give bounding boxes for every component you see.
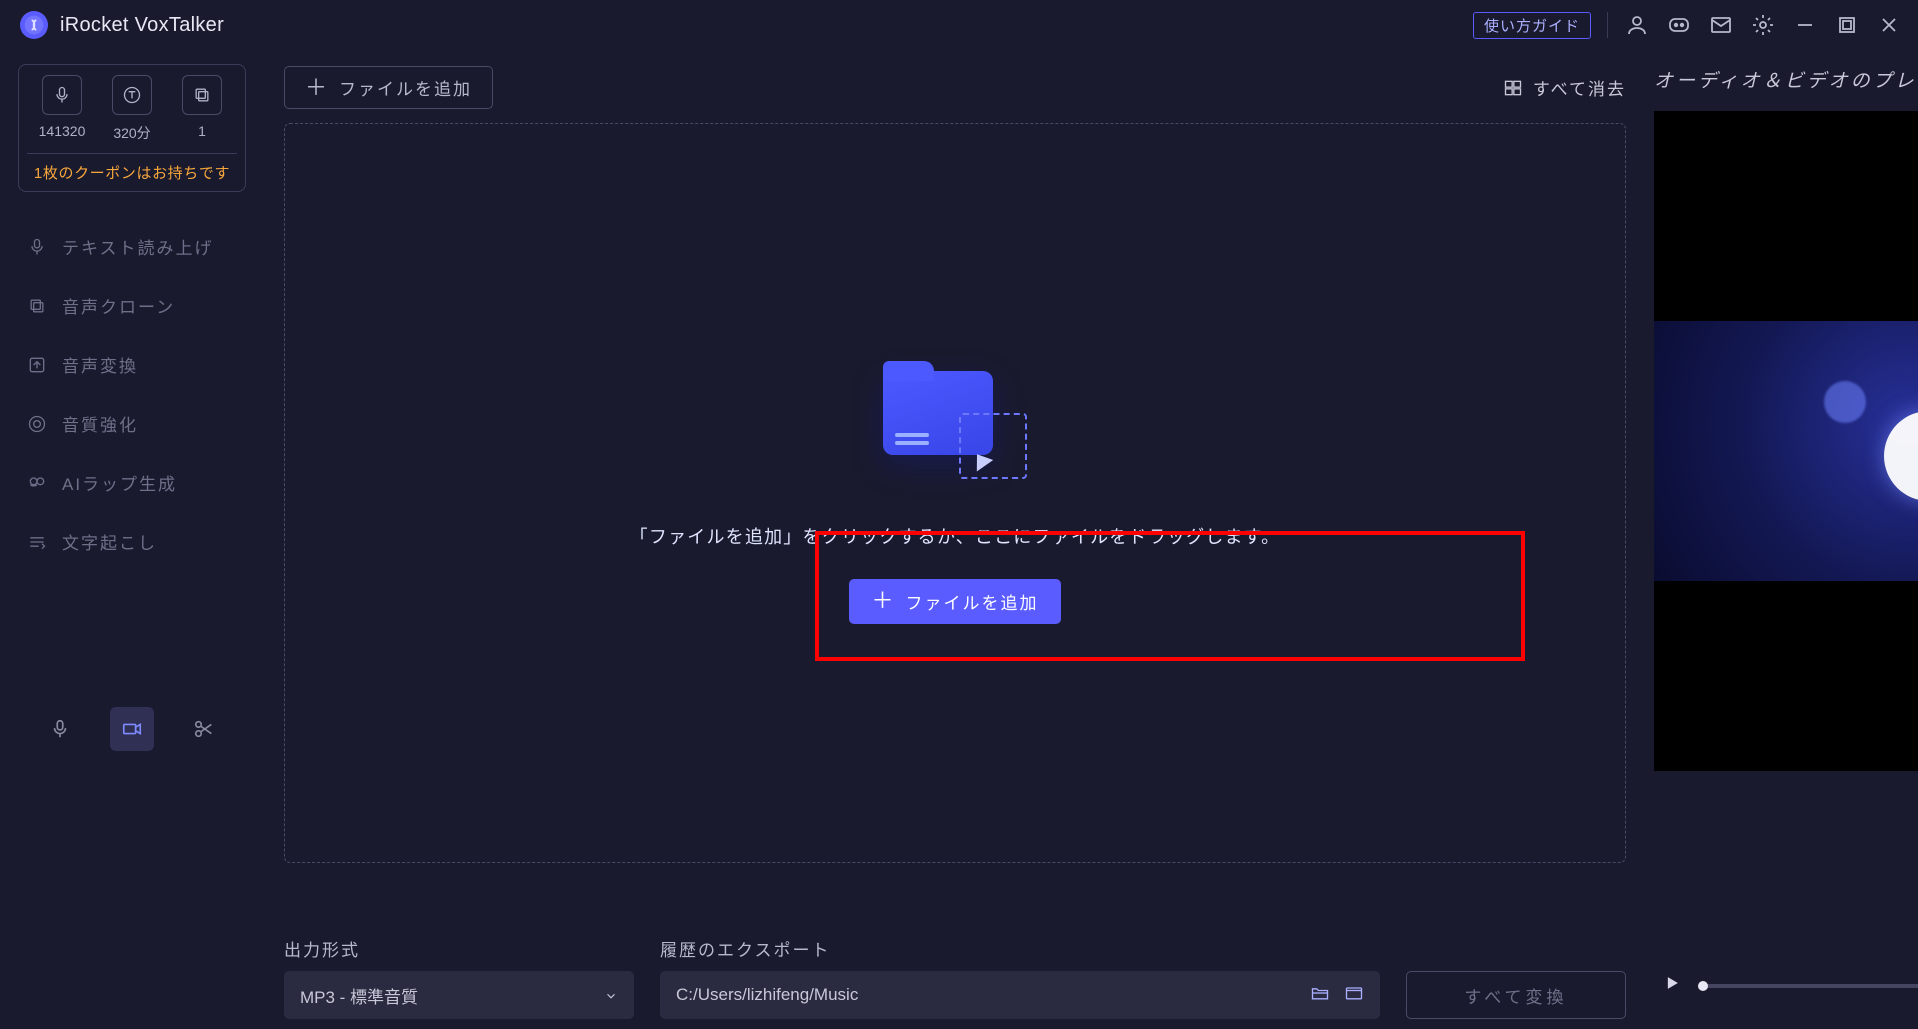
nav-item-voice-clone[interactable]: 音声クローン: [18, 287, 246, 324]
titlebar-right: 使い方ガイド: [1473, 12, 1902, 39]
content-toolbar: ＋ ファイルを追加 すべて消去: [284, 66, 1626, 109]
guide-button[interactable]: 使い方ガイド: [1473, 12, 1591, 39]
time-row: 00:00 / 00:00:00: [1654, 937, 1918, 966]
seek-thumb[interactable]: [1698, 981, 1708, 991]
output-format-select[interactable]: MP3 - 標準音質: [284, 971, 634, 1019]
user-icon[interactable]: [1624, 12, 1650, 38]
titlebar-left: iRocket VoxTalker: [20, 11, 224, 39]
transcribe-icon: [26, 531, 48, 553]
nav-label: 文字起こし: [62, 529, 157, 554]
export-path-group: 履歴のエクスポート C:/Users/lizhifeng/Music: [660, 936, 1380, 1019]
tool-cut-button[interactable]: [182, 707, 226, 751]
output-format-value: MP3 - 標準音質: [300, 983, 418, 1008]
nav-label: 音声クローン: [62, 293, 175, 318]
tool-row: [18, 707, 246, 1011]
clear-all-button[interactable]: すべて消去: [1503, 75, 1626, 100]
open-folder-icon[interactable]: [1310, 983, 1330, 1008]
main: 141320 320分 1 1枚のクーポンはお持ちです テキスト読み上げ: [0, 50, 1918, 1029]
mail-icon[interactable]: [1708, 12, 1734, 38]
folder-illustration: [875, 363, 1035, 493]
play-overlay-icon[interactable]: [1884, 411, 1918, 501]
coupon-banner[interactable]: 1枚のクーポンはお持ちです: [27, 153, 237, 191]
preview-title: オーディオ＆ビデオのプレビュー: [1654, 66, 1918, 93]
content: ＋ ファイルを追加 すべて消去 「ファイルを追加」をクリックするか、ここにファイ…: [264, 50, 1646, 1029]
stat-minutes-value: 320分: [113, 123, 150, 143]
close-icon[interactable]: [1876, 12, 1902, 38]
stat-characters[interactable]: 141320: [27, 75, 97, 143]
player-box: [1654, 111, 1918, 771]
add-file-label: ファイルを追加: [339, 75, 472, 100]
convert-all-label: すべて変換: [1464, 983, 1567, 1008]
export-path-value: C:/Users/lizhifeng/Music: [676, 985, 1296, 1005]
chevron-down-icon: [604, 988, 618, 1002]
maximize-icon[interactable]: [1834, 12, 1860, 38]
export-path-box: C:/Users/lizhifeng/Music: [660, 971, 1380, 1019]
seek-slider[interactable]: [1698, 984, 1918, 988]
stats-row: 141320 320分 1: [27, 75, 237, 143]
sidebar: 141320 320分 1 1枚のクーポンはお持ちです テキスト読み上げ: [0, 50, 264, 1029]
tool-video-button[interactable]: [110, 707, 154, 751]
add-file-button-primary[interactable]: ＋ ファイルを追加: [849, 579, 1060, 624]
add-file-label: ファイルを追加: [906, 589, 1039, 614]
text-icon: [112, 75, 152, 115]
nav-item-tts[interactable]: テキスト読み上げ: [18, 228, 246, 265]
quality-icon: [26, 413, 48, 435]
add-file-button-outline[interactable]: ＋ ファイルを追加: [284, 66, 493, 109]
stat-minutes[interactable]: 320分: [97, 75, 167, 143]
clone-icon: [26, 295, 48, 317]
minimize-icon[interactable]: [1792, 12, 1818, 38]
stat-characters-value: 141320: [39, 123, 86, 139]
player-controls: [1654, 966, 1918, 1019]
browse-folder-icon[interactable]: [1344, 983, 1364, 1008]
rap-icon: [26, 472, 48, 494]
nav-item-voice-convert[interactable]: 音声変換: [18, 346, 246, 383]
nav-item-ai-rap[interactable]: AIラップ生成: [18, 464, 246, 501]
bokeh-icon: [1824, 381, 1866, 423]
tts-icon: [26, 236, 48, 258]
titlebar: iRocket VoxTalker 使い方ガイド: [0, 0, 1918, 50]
nav-label: 音質強化: [62, 411, 138, 436]
nav-item-quality[interactable]: 音質強化: [18, 405, 246, 442]
selection-rect-icon: [959, 413, 1027, 479]
divider: [1607, 12, 1608, 38]
stat-count-value: 1: [198, 123, 206, 139]
nav-menu: テキスト読み上げ 音声クローン 音声変換 音質強化 AIラップ生成 文字起こし: [18, 228, 246, 560]
discord-icon[interactable]: [1666, 12, 1692, 38]
output-format-group: 出力形式 MP3 - 標準音質: [284, 936, 634, 1019]
drop-text: 「ファイルを追加」をクリックするか、ここにファイルをドラッグします。: [630, 523, 1281, 549]
nav-label: AIラップ生成: [62, 470, 177, 495]
stat-count[interactable]: 1: [167, 75, 237, 143]
mic-icon: [42, 75, 82, 115]
nav-label: テキスト読み上げ: [62, 234, 214, 259]
output-format-label: 出力形式: [284, 936, 634, 961]
copy-icon: [182, 75, 222, 115]
clear-all-label: すべて消去: [1533, 75, 1626, 100]
bottom-panel: 出力形式 MP3 - 標準音質 履歴のエクスポート C:/Users/lizhi…: [284, 922, 1626, 1019]
settings-icon[interactable]: [1750, 12, 1776, 38]
drop-zone[interactable]: 「ファイルを追加」をクリックするか、ここにファイルをドラッグします。 ＋ ファイ…: [284, 123, 1626, 863]
nav-label: 音声変換: [62, 352, 138, 377]
player-placeholder-art: [1654, 321, 1918, 581]
app-title: iRocket VoxTalker: [60, 14, 224, 37]
stats-box: 141320 320分 1 1枚のクーポンはお持ちです: [18, 64, 246, 192]
app-logo-icon: [20, 11, 48, 39]
convert-all-button[interactable]: すべて変換: [1406, 971, 1626, 1019]
preview-column: オーディオ＆ビデオのプレビュー 00:00 / 00:00:00: [1646, 50, 1918, 1029]
export-path-label: 履歴のエクスポート: [660, 936, 1380, 961]
nav-item-transcribe[interactable]: 文字起こし: [18, 523, 246, 560]
play-button[interactable]: [1662, 973, 1682, 998]
convert-icon: [26, 354, 48, 376]
tool-mic-button[interactable]: [38, 707, 82, 751]
